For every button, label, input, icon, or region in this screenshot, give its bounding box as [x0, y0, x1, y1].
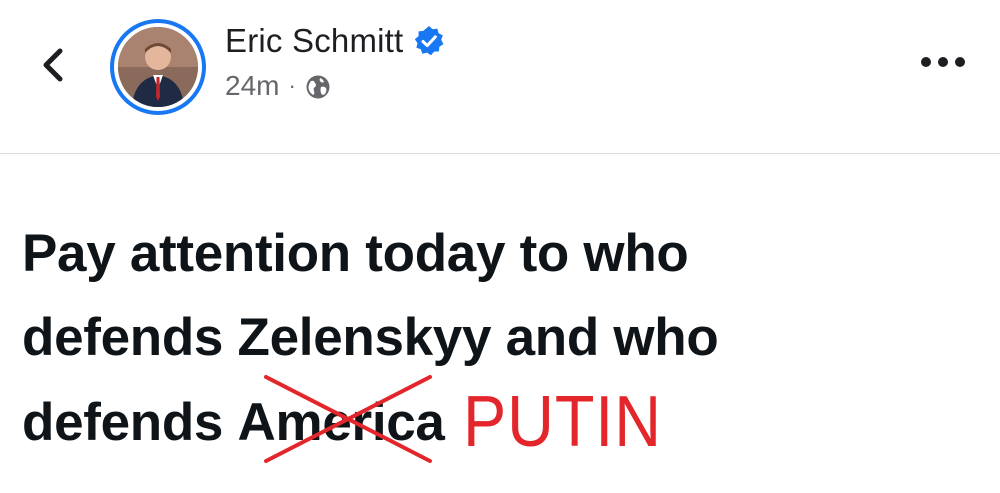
- author-row: Eric Schmitt: [225, 22, 445, 60]
- globe-icon[interactable]: [305, 74, 331, 100]
- verified-badge-icon: [415, 26, 444, 56]
- struck-word: America: [237, 375, 445, 465]
- post-header: Eric Schmitt 24m ·: [0, 0, 1000, 153]
- post-body: Pay attention today to who defends Zelen…: [22, 212, 982, 465]
- more-options-button[interactable]: [912, 42, 974, 82]
- avatar-photo: [118, 27, 198, 107]
- header-divider: [0, 153, 1000, 154]
- handwritten-annotation: PUTIN: [462, 382, 662, 462]
- post-text-line: Pay attention today to who: [22, 224, 689, 283]
- meta-separator: ·: [288, 73, 296, 98]
- avatar[interactable]: [110, 19, 206, 115]
- timestamp[interactable]: 24m: [225, 70, 279, 102]
- author-name[interactable]: Eric Schmitt: [225, 22, 403, 60]
- person-photo-icon: [118, 27, 198, 107]
- struck-word-text: America: [237, 393, 445, 452]
- post-text-line: defends Zelenskyy and who: [22, 308, 719, 367]
- back-button[interactable]: [28, 40, 78, 90]
- post-meta: 24m ·: [225, 70, 331, 102]
- chevron-left-icon: [43, 48, 63, 82]
- post-text-line: defends America PUTIN: [22, 375, 982, 465]
- post-text-fragment: defends: [22, 393, 238, 452]
- more-horizontal-icon: [921, 57, 965, 67]
